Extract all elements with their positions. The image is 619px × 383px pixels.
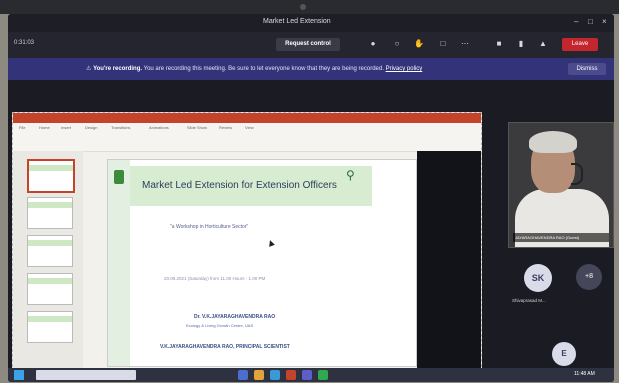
slide-thumbnail[interactable] <box>27 311 73 343</box>
ribbon-tab: Slide Show <box>187 125 208 130</box>
slide-presenter-affiliation: Ecology & Living Growth Centre, UAS <box>186 323 254 328</box>
slide-title: Market Led Extension for Extension Offic… <box>142 180 337 191</box>
laptop-bezel <box>0 0 619 14</box>
slide-thumbnail[interactable] <box>27 197 73 229</box>
ribbon-tab: View <box>245 125 254 130</box>
shared-screen-dark-area <box>417 151 481 371</box>
taskbar-app-icon[interactable] <box>270 370 280 380</box>
slide-presenter: Dr. V.K.JAYARAGHAVENDRA RAO <box>194 314 276 320</box>
ribbon-tab: Review <box>219 125 233 130</box>
privacy-policy-link[interactable]: Privacy policy <box>386 66 423 72</box>
slide-thumbnail[interactable] <box>27 235 73 267</box>
taskbar-clock: 11:48 AM <box>574 371 595 377</box>
headset-icon <box>571 163 583 185</box>
recording-lead: You're recording. <box>93 66 143 72</box>
slide-footer: V.K.JAYARAGHAVENDRA RAO, PRINCIPAL SCIEN… <box>160 344 290 350</box>
slide-date: 20.09.2021 (Saturday) from 11.00 Hours -… <box>164 276 266 281</box>
ribbon-tab: Home <box>39 125 50 130</box>
powerpoint-ribbon: File Home Insert Design Transitions Anim… <box>13 123 481 152</box>
participant-video[interactable]: JAYARAGHAVENDRA RAO (Guest) <box>508 122 614 248</box>
participant-name-label: JAYARAGHAVENDRA RAO (Guest) <box>513 233 609 242</box>
more-participants-button[interactable]: +8 <box>576 264 602 290</box>
recording-text: You are recording this meeting. Be sure … <box>143 66 384 72</box>
maximize-icon[interactable]: □ <box>588 17 593 26</box>
people-icon[interactable]: ● <box>368 39 378 49</box>
rooms-icon[interactable]: □ <box>438 39 448 49</box>
participant-hair <box>529 131 577 153</box>
minimize-icon[interactable]: – <box>574 17 578 26</box>
windows-taskbar: 11:48 AM <box>8 368 614 382</box>
slide-logo-left <box>114 170 124 184</box>
avatar[interactable]: SK <box>524 264 552 292</box>
taskbar-app-icon[interactable] <box>302 370 312 380</box>
avatar[interactable]: E <box>552 342 576 366</box>
window-title: Market Led Extension <box>263 18 331 25</box>
meeting-stage: File Home Insert Design Transitions Anim… <box>8 80 614 382</box>
current-slide: Market Led Extension for Extension Offic… <box>107 159 417 367</box>
camera-icon[interactable]: ■ <box>494 39 504 49</box>
taskbar-search-box[interactable] <box>36 370 136 380</box>
powerpoint-title-bar <box>13 113 481 123</box>
taskbar-app-icon[interactable] <box>254 370 264 380</box>
ribbon-tab: File <box>19 125 26 130</box>
more-icon[interactable]: ⋯ <box>460 39 470 49</box>
share-icon[interactable]: ▲ <box>538 39 548 49</box>
warning-icon: ⚠ <box>86 66 92 72</box>
webcam-dot <box>300 4 306 10</box>
thumbnail-strip <box>28 316 72 322</box>
close-icon[interactable]: × <box>602 17 607 26</box>
raise-hand-icon[interactable]: ✋ <box>414 39 424 49</box>
recording-banner: ⚠ You're recording. You are recording th… <box>8 58 614 80</box>
leave-button[interactable]: Leave <box>562 38 598 51</box>
windows-start-icon[interactable] <box>14 370 24 380</box>
meeting-timer: 0:31:03 <box>14 40 35 46</box>
slide-thumbnail[interactable] <box>27 159 75 193</box>
slide-left-bar <box>108 160 130 366</box>
ribbon-tab: Design <box>85 125 98 130</box>
meeting-toolbar: 0:31:03 Request control ● ○ ✋ □ ⋯ ■ ▮ ▲ … <box>8 32 614 58</box>
slide-header-band: Market Led Extension for Extension Offic… <box>130 166 372 206</box>
chat-icon[interactable]: ○ <box>392 39 402 49</box>
teams-window: Market Led Extension – □ × 0:31:03 Reque… <box>8 14 614 382</box>
dismiss-button[interactable]: Dismiss <box>568 63 606 75</box>
shared-screen: File Home Insert Design Transitions Anim… <box>12 112 482 372</box>
thumbnail-strip <box>28 278 72 284</box>
taskbar-app-icon[interactable] <box>286 370 296 380</box>
slide-subtitle: "a Workshop in Horticulture Sector" <box>170 224 249 230</box>
ribbon-tab: Animations <box>149 125 169 130</box>
slide-logo-right: ⚲ <box>346 168 355 182</box>
slide-thumbnails <box>13 151 83 371</box>
taskbar-app-icon[interactable] <box>238 370 248 380</box>
slide-thumbnail[interactable] <box>27 273 73 305</box>
recording-message: ⚠ You're recording. You are recording th… <box>86 65 422 72</box>
mouse-cursor <box>267 239 275 247</box>
thumbnail-strip <box>28 240 72 246</box>
avatar-name: Shivaprasad M... <box>512 298 546 303</box>
ribbon-tab: Transitions <box>111 125 131 130</box>
title-bar: Market Led Extension – □ × <box>8 14 614 32</box>
request-control-button[interactable]: Request control <box>276 38 340 51</box>
thumbnail-strip <box>29 165 73 171</box>
mic-icon[interactable]: ▮ <box>516 39 526 49</box>
thumbnail-strip <box>28 202 72 208</box>
ribbon-tab: Insert <box>61 125 72 130</box>
taskbar-app-icon[interactable] <box>318 370 328 380</box>
